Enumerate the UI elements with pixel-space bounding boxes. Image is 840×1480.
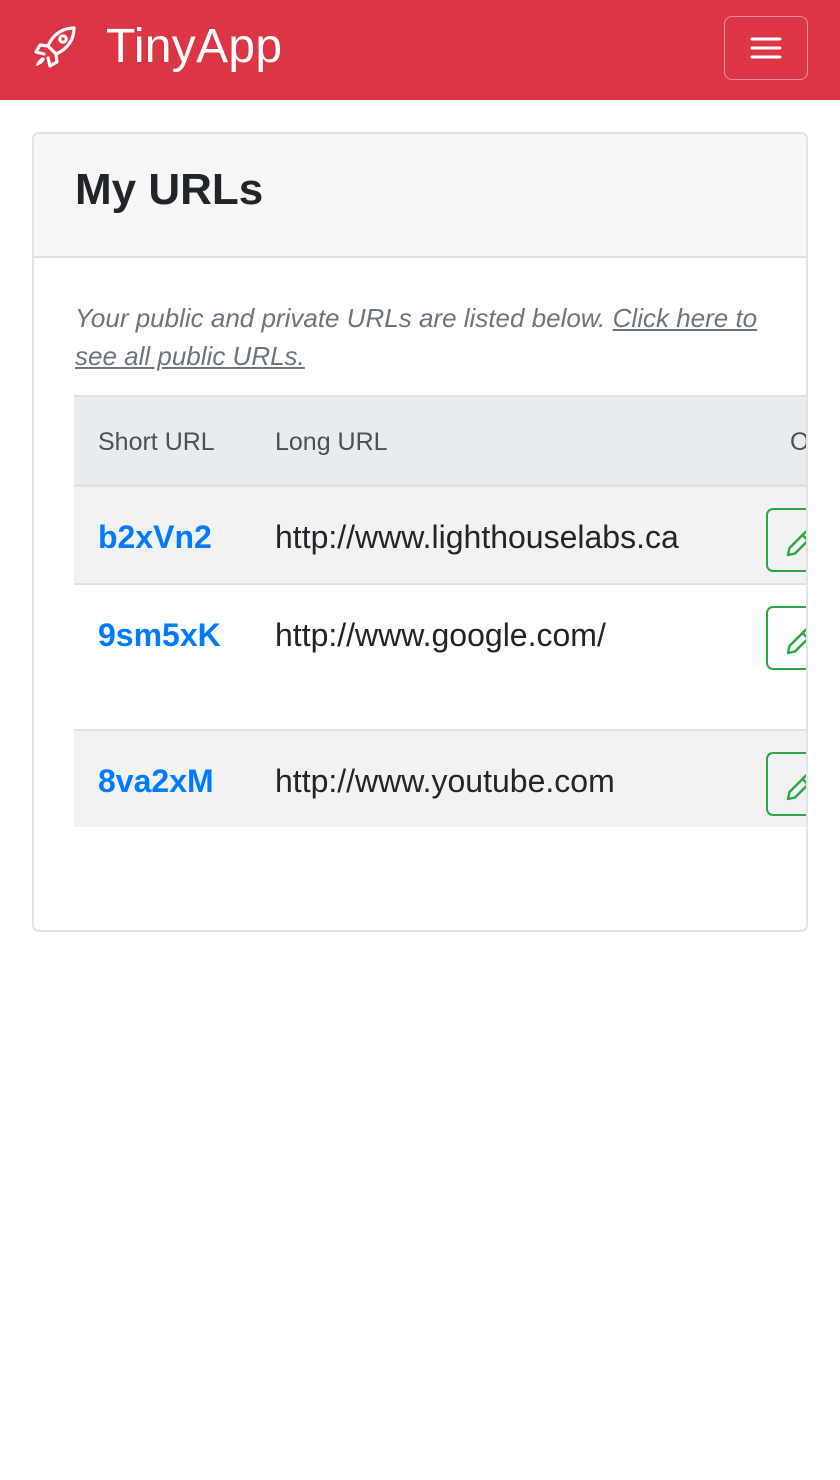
short-url-link[interactable]: 8va2xM bbox=[98, 761, 214, 801]
page-title: My URLs bbox=[75, 165, 264, 214]
urls-card: My URLs Your public and private URLs are… bbox=[32, 132, 808, 932]
hamburger-menu-icon bbox=[750, 37, 782, 59]
edit-button[interactable] bbox=[766, 508, 806, 572]
table-row: 8va2xM http://www.youtube.com bbox=[74, 729, 806, 827]
table-row: 9sm5xK http://www.google.com/ bbox=[74, 583, 806, 729]
intro-text: Your public and private URLs are listed … bbox=[75, 299, 765, 375]
brand-link[interactable]: TinyApp bbox=[30, 22, 282, 72]
app-name: TinyApp bbox=[106, 20, 283, 73]
pencil-icon bbox=[786, 530, 806, 557]
column-header-long-url: Long URL bbox=[275, 428, 388, 456]
short-url-link[interactable]: b2xVn2 bbox=[98, 517, 212, 557]
long-url-text: http://www.lighthouselabs.ca bbox=[275, 519, 679, 555]
rocket-icon bbox=[34, 26, 76, 68]
pencil-icon bbox=[786, 628, 806, 655]
edit-button[interactable] bbox=[766, 752, 806, 816]
table-header: Short URL Long URL O bbox=[74, 395, 808, 487]
column-header-short-url: Short URL bbox=[98, 428, 215, 456]
table-row: b2xVn2 http://www.lighthouselabs.ca bbox=[74, 487, 806, 583]
long-url-text: http://www.google.com/ bbox=[275, 617, 606, 653]
card-header: My URLs bbox=[34, 134, 806, 258]
menu-toggle-button[interactable] bbox=[724, 16, 808, 80]
edit-button[interactable] bbox=[766, 606, 806, 670]
column-header-options: O bbox=[790, 428, 808, 456]
short-url-link[interactable]: 9sm5xK bbox=[98, 615, 221, 655]
long-url-text: http://www.youtube.com bbox=[275, 763, 615, 799]
pencil-icon bbox=[786, 774, 806, 801]
intro-message: Your public and private URLs are listed … bbox=[75, 303, 613, 333]
navbar: TinyApp bbox=[0, 0, 840, 100]
